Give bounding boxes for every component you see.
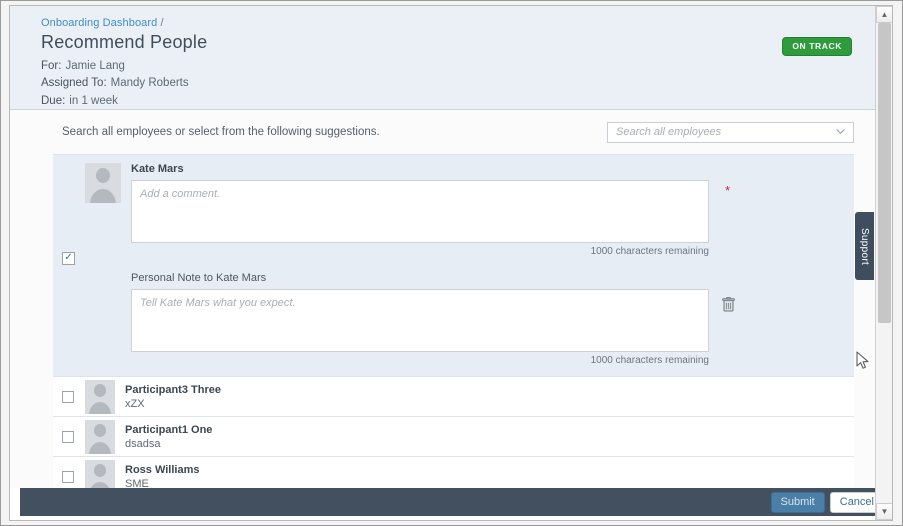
user-avatar-icon bbox=[85, 419, 115, 454]
breadcrumb: Onboarding Dashboard / bbox=[41, 17, 876, 29]
suggestion-texts: Ross Williams SME bbox=[115, 463, 199, 489]
selected-person-inner: Kate Mars Add a comment. * 1000 characte… bbox=[53, 163, 854, 366]
suggestion-subtitle: dsadsa bbox=[125, 437, 161, 450]
status-badge: ON TRACK bbox=[782, 37, 852, 56]
suggestion-checkbox[interactable] bbox=[62, 430, 74, 443]
meta-assigned-to-value: Mandy Roberts bbox=[110, 77, 189, 89]
browser-viewport: Onboarding Dashboard / Recommend People … bbox=[0, 0, 903, 526]
comment-field-wrap: Add a comment. * bbox=[131, 180, 854, 243]
required-marker: * bbox=[725, 183, 731, 198]
meta-assigned-to-label: Assigned To: bbox=[41, 77, 107, 89]
user-avatar-icon bbox=[85, 379, 115, 414]
selected-person-name: Kate Mars bbox=[131, 163, 184, 175]
support-tab[interactable]: Support bbox=[855, 212, 874, 280]
suggestion-name: Participant3 Three bbox=[125, 383, 221, 396]
meta-for: For: Jamie Lang bbox=[41, 57, 876, 75]
suggestion-checkbox[interactable] bbox=[62, 470, 74, 483]
suggestion-texts: Participant1 One dsadsa bbox=[115, 423, 212, 451]
user-avatar-icon bbox=[85, 459, 115, 488]
suggestion-name: Ross Williams bbox=[125, 463, 200, 476]
checkmark-icon: ✓ bbox=[64, 252, 73, 263]
personal-note-char-count: 1000 characters remaining bbox=[590, 355, 709, 366]
breadcrumb-separator: / bbox=[160, 17, 164, 29]
page-title: Recommend People bbox=[41, 32, 208, 52]
suggestion-subtitle: SME bbox=[125, 477, 149, 489]
personal-note-field-wrap: Tell Kate Mars what you expect. bbox=[131, 289, 854, 352]
page-header: Onboarding Dashboard / Recommend People … bbox=[10, 6, 876, 110]
suggestion-texts: Participant3 Three xZX bbox=[115, 383, 221, 411]
meta-for-value: Jamie Lang bbox=[65, 59, 125, 72]
suggestion-subtitle: xZX bbox=[125, 397, 145, 410]
suggestion-checkbox[interactable] bbox=[62, 390, 74, 403]
comment-textarea[interactable]: Add a comment. bbox=[131, 180, 709, 243]
search-row: Search all employees or select from the … bbox=[10, 110, 876, 154]
meta-due-value: in 1 week bbox=[69, 94, 118, 107]
scroll-down-arrow-icon[interactable]: ▼ bbox=[876, 503, 892, 520]
list-item[interactable]: Ross Williams SME bbox=[53, 457, 854, 488]
personal-note-label: Personal Note to Kate Mars bbox=[131, 272, 267, 284]
suggestion-name: Participant1 One bbox=[125, 423, 213, 436]
scroll-up-glyph: ▲ bbox=[880, 9, 889, 19]
personal-note-block: Personal Note to Kate Mars Tell Kate Mar… bbox=[131, 272, 854, 366]
scroll-up-arrow-icon[interactable]: ▲ bbox=[876, 6, 892, 23]
page-frame: Onboarding Dashboard / Recommend People … bbox=[9, 5, 893, 521]
meta-for-label: For: bbox=[41, 59, 62, 72]
page-scrollbar[interactable]: ▲ ▼ bbox=[875, 6, 892, 520]
user-avatar-icon bbox=[85, 163, 121, 203]
list-item[interactable]: Participant1 One dsadsa bbox=[53, 417, 854, 457]
action-bar: Submit Cancel bbox=[20, 488, 892, 516]
list-item[interactable]: Participant3 Three xZX bbox=[53, 377, 854, 417]
search-employees-select[interactable]: Search all employees bbox=[607, 121, 854, 143]
trash-icon[interactable] bbox=[722, 296, 735, 312]
personal-note-textarea[interactable]: Tell Kate Mars what you expect. bbox=[131, 289, 709, 352]
comment-char-count: 1000 characters remaining bbox=[590, 246, 709, 257]
selected-person-fields: Kate Mars Add a comment. * 1000 characte… bbox=[121, 163, 854, 366]
submit-button[interactable]: Submit bbox=[770, 491, 825, 513]
meta-due: Due: in 1 week bbox=[41, 92, 876, 110]
meta-due-label: Due: bbox=[41, 94, 66, 107]
chevron-down-icon bbox=[836, 127, 845, 136]
scrollbar-thumb[interactable] bbox=[878, 23, 891, 323]
search-input-placeholder: Search all employees bbox=[616, 126, 722, 138]
selected-person-card: ✓ Kate Mars Add a comment. * 1000 charac… bbox=[53, 154, 854, 377]
meta-assigned-to: Assigned To: Mandy Roberts bbox=[41, 75, 876, 93]
breadcrumb-link-onboarding-dashboard[interactable]: Onboarding Dashboard bbox=[41, 17, 157, 29]
scroll-down-glyph: ▼ bbox=[880, 506, 889, 516]
scrollbar-track[interactable] bbox=[876, 23, 892, 503]
app-content: Onboarding Dashboard / Recommend People … bbox=[10, 6, 876, 520]
selected-person-checkbox[interactable]: ✓ bbox=[62, 252, 75, 265]
page-body: Search all employees or select from the … bbox=[10, 110, 876, 488]
support-tab-label: Support bbox=[859, 227, 870, 265]
search-hint-text: Search all employees or select from the … bbox=[62, 126, 380, 138]
